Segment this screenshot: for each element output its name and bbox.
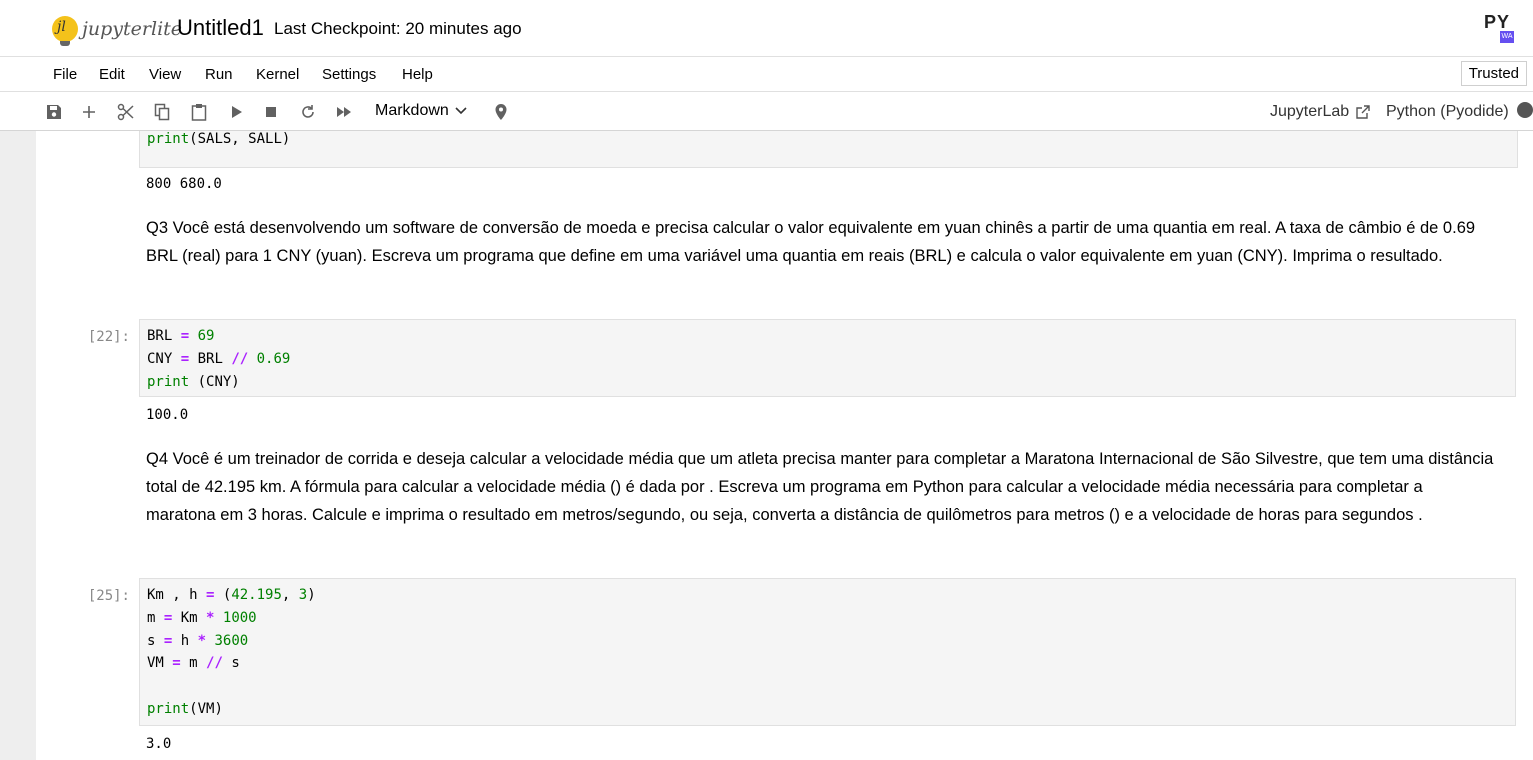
fast-forward-icon[interactable]	[333, 101, 355, 123]
trusted-indicator[interactable]: Trusted	[1460, 61, 1527, 86]
copy-icon[interactable]	[151, 101, 173, 123]
external-link-icon	[1356, 105, 1370, 119]
checkpoint-status: Last Checkpoint: 20 minutes ago	[274, 19, 522, 38]
notebook-title[interactable]: Untitled1	[177, 15, 264, 41]
cut-icon[interactable]	[115, 101, 137, 123]
code-input[interactable]: BRL = 69 CNY = BRL // 0.69 print (CNY)	[139, 319, 1516, 397]
restart-icon[interactable]	[297, 101, 319, 123]
open-jupyterlab-link[interactable]: JupyterLab	[1270, 103, 1371, 121]
kernel-status-icon	[1517, 102, 1533, 118]
markdown-cell-q3[interactable]: Q3 Você está desenvolvendo um software d…	[146, 214, 1496, 270]
cell-type-select[interactable]: Markdown	[375, 102, 467, 120]
menu-file[interactable]: File	[53, 66, 77, 83]
menu-view[interactable]: View	[149, 66, 181, 83]
add-cell-icon[interactable]	[78, 101, 100, 123]
cell-output: 100.0	[146, 407, 189, 423]
top-header: jl jupyterlite Untitled1 Last Checkpoint…	[0, 0, 1533, 57]
menu-help[interactable]: Help	[402, 66, 433, 83]
execution-count: [25]:	[87, 588, 130, 604]
menu-run[interactable]: Run	[205, 66, 233, 83]
lightbulb-icon: jl	[52, 16, 78, 46]
cell-output: 800 680.0	[146, 176, 222, 192]
menu-kernel[interactable]: Kernel	[256, 66, 299, 83]
notebook-panel[interactable]: SALL = SALL - ((SALL * 0.2) ... print(SA…	[36, 131, 1533, 760]
code-input[interactable]: Km , h = (42.195, 3) m = Km * 1000 s = h…	[139, 578, 1516, 726]
logo-text: jupyterlite	[82, 18, 183, 40]
menu-bar: File Edit View Run Kernel Settings Help …	[0, 57, 1533, 92]
menu-settings[interactable]: Settings	[322, 66, 376, 83]
paste-icon[interactable]	[188, 101, 210, 123]
markdown-cell-q4[interactable]: Q4 Você é um treinador de corrida e dese…	[146, 445, 1496, 529]
notebook-toolbar: Markdown JupyterLab Python (Pyodide)	[0, 92, 1533, 131]
run-icon[interactable]	[225, 101, 247, 123]
jupyterlab-label: JupyterLab	[1270, 103, 1350, 120]
chevron-down-icon	[455, 107, 467, 115]
save-icon[interactable]	[43, 101, 65, 123]
map-pin-icon[interactable]	[490, 101, 512, 123]
menu-edit[interactable]: Edit	[99, 66, 125, 83]
execution-count: [22]:	[87, 329, 130, 345]
kernel-name[interactable]: Python (Pyodide)	[1386, 103, 1509, 121]
jupyterlite-logo[interactable]: jl jupyterlite	[52, 12, 182, 46]
cell-type-label: Markdown	[375, 102, 449, 119]
pyodide-wasm-icon: PY WA	[1484, 12, 1518, 46]
cell-output: 3.0	[146, 736, 172, 752]
stop-icon[interactable]	[260, 101, 282, 123]
code-input[interactable]: SALL = SALL - ((SALL * 0.2) ... print(SA…	[139, 131, 1518, 168]
